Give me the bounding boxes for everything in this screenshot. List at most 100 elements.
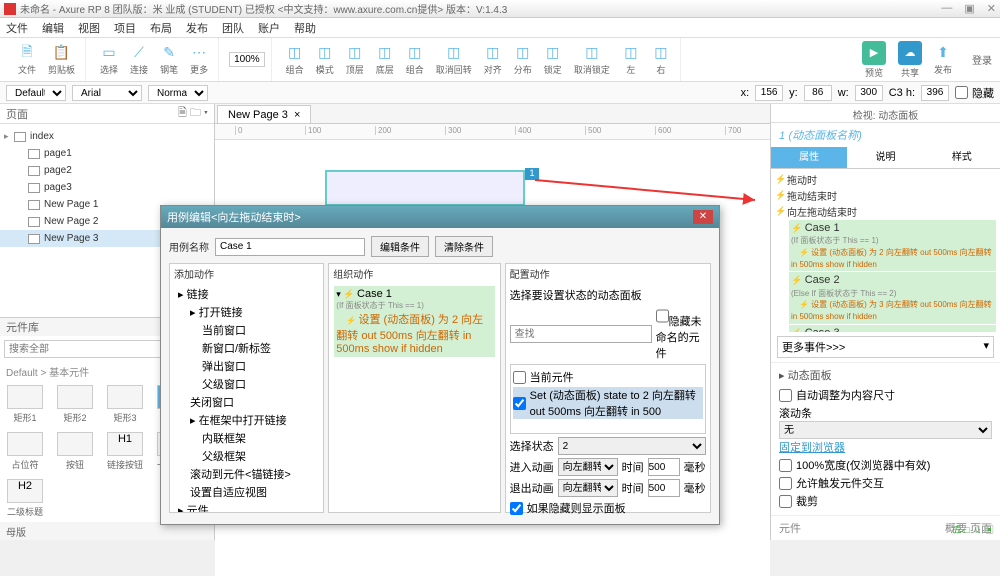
event-case[interactable]: ⚡ Case 3(Else If 面板状态于 This == 3)⚡ 设置 (动… (789, 325, 996, 332)
dialog-titlebar[interactable]: 用例编辑<向左拖动结束时> ✕ (161, 206, 719, 228)
tab-notes[interactable]: 说明 (847, 147, 923, 169)
tool-顶层[interactable]: ◫顶层 (342, 42, 368, 78)
action-item[interactable]: 父级框架 (174, 447, 319, 465)
maximize-icon[interactable]: ▣ (964, 2, 974, 15)
zoom-select[interactable]: 100% (229, 52, 265, 67)
menu-layout[interactable]: 布局 (150, 20, 172, 36)
event-case[interactable]: ⚡ Case 2(Else If 面板状态于 This == 2)⚡ 设置 (动… (789, 272, 996, 323)
tool-取消锁定[interactable]: ◫取消锁定 (570, 42, 614, 78)
dynamic-panel-widget[interactable]: 1 (325, 170, 525, 206)
menu-help[interactable]: 帮助 (294, 20, 316, 36)
set-state-item[interactable]: Set (动态面板) state to 2 向左翻转 out 500ms 向左翻… (513, 387, 703, 419)
y-input[interactable] (804, 85, 832, 101)
tool-取消回转[interactable]: ◫取消回转 (432, 42, 476, 78)
tool-锁定[interactable]: ◫锁定 (540, 42, 566, 78)
allow-trigger-checkbox[interactable]: 允许触发元件交互 (779, 475, 992, 491)
enter-anim-select[interactable]: 向左翻转 (558, 458, 618, 476)
action-item[interactable]: 弹出窗口 (174, 357, 319, 375)
action-item[interactable]: 内联框架 (174, 429, 319, 447)
file-button[interactable]: 🗎文件 (14, 42, 40, 78)
event-case[interactable]: ⚡ Case 1(If 面板状态于 This == 1)⚡ 设置 (动态面板) … (789, 220, 996, 271)
menu-team[interactable]: 团队 (222, 20, 244, 36)
enter-time-input[interactable] (648, 458, 680, 476)
menu-publish[interactable]: 发布 (186, 20, 208, 36)
minimize-icon[interactable]: — (941, 2, 952, 15)
case-name-input[interactable] (215, 238, 365, 256)
close-icon[interactable]: ✕ (987, 2, 996, 15)
exit-time-input[interactable] (648, 479, 680, 497)
org-case[interactable]: ▾ ⚡ Case 1 (If 面板状态于 This == 1) ⚡ 设置 (动态… (334, 286, 494, 357)
lib-item[interactable]: 矩形3 (104, 385, 146, 424)
lib-item[interactable]: H2二级标题 (4, 479, 46, 518)
page-row[interactable]: page2 (0, 162, 214, 179)
action-item[interactable]: 当前窗口 (174, 321, 319, 339)
select-button[interactable]: ▭选择 (96, 42, 122, 78)
fullwidth-checkbox[interactable]: 100%宽度(仅浏览器中有效) (779, 457, 992, 473)
show-if-hidden-checkbox[interactable]: 如果隐藏则显示面板 (510, 500, 706, 516)
page-row[interactable]: page1 (0, 145, 214, 162)
menu-file[interactable]: 文件 (6, 20, 28, 36)
weight-select[interactable]: Normal (148, 85, 208, 101)
config-search[interactable] (510, 325, 652, 343)
action-item[interactable]: ▸ 在框架中打开链接 (174, 411, 319, 429)
h-input[interactable] (921, 85, 949, 101)
action-item[interactable]: ▸ 打开链接 (174, 303, 319, 321)
clipboard-button[interactable]: 📋剪贴板 (44, 42, 79, 78)
share-button[interactable]: ☁共享 (894, 39, 926, 81)
hide-checkbox[interactable]: 隐藏 (955, 85, 994, 101)
lib-item[interactable]: 按钮 (54, 432, 96, 471)
exit-anim-select[interactable]: 向左翻转 (558, 479, 618, 497)
menu-view[interactable]: 视图 (78, 20, 100, 36)
edit-condition-button[interactable]: 编辑条件 (371, 236, 429, 257)
event-row[interactable]: ⚡向左拖动结束时 (775, 203, 996, 219)
tab-properties[interactable]: 属性 (771, 147, 847, 169)
clear-condition-button[interactable]: 清除条件 (435, 236, 493, 257)
action-item[interactable]: 关闭窗口 (174, 393, 319, 411)
tool-分布[interactable]: ◫分布 (510, 42, 536, 78)
connect-button[interactable]: ⟋连接 (126, 42, 152, 78)
menu-edit[interactable]: 编辑 (42, 20, 64, 36)
action-item[interactable]: 父级窗口 (174, 375, 319, 393)
state-select[interactable]: 2 (558, 437, 706, 455)
preset-select[interactable]: Default (6, 85, 66, 101)
lib-item[interactable]: 矩形1 (4, 385, 46, 424)
tool-左[interactable]: ◫左 (618, 42, 644, 78)
autofit-checkbox[interactable]: 自动调整为内容尺寸 (779, 387, 992, 403)
page-row[interactable]: ▸index (0, 128, 214, 145)
pen-button[interactable]: ✎钢笔 (156, 42, 182, 78)
hide-unnamed-checkbox[interactable]: 隐藏未命名的元件 (656, 307, 706, 361)
lib-item[interactable]: 矩形2 (54, 385, 96, 424)
lib-item[interactable]: 占位符 (4, 432, 46, 471)
login-link[interactable]: 登录 (972, 52, 992, 67)
clip-checkbox[interactable]: 裁剪 (779, 493, 992, 509)
lib-item[interactable]: H1链接按钮 (104, 432, 146, 471)
action-item[interactable]: ▸ 链接 (174, 285, 319, 303)
publish-button[interactable]: ⬆发布 (930, 42, 956, 78)
tool-底层[interactable]: ◫底层 (372, 42, 398, 78)
tab-close-icon[interactable]: × (294, 109, 300, 121)
more-events-button[interactable]: 更多事件>>>▾ (777, 336, 994, 358)
event-row[interactable]: ⚡拖动时 (775, 171, 996, 187)
dialog-close-icon[interactable]: ✕ (693, 210, 713, 224)
tab-style[interactable]: 样式 (924, 147, 1000, 169)
tool-组合[interactable]: ◫组合 (402, 42, 428, 78)
preview-button[interactable]: ▶预览 (858, 39, 890, 81)
tool-右[interactable]: ◫右 (648, 42, 674, 78)
menu-account[interactable]: 账户 (258, 20, 280, 36)
scroll-select[interactable]: 无 (779, 421, 992, 439)
pin-link[interactable]: 固定到浏览器 (779, 439, 992, 455)
action-item[interactable]: 滚动到元件<锚链接> (174, 465, 319, 483)
event-row[interactable]: ⚡拖动结束时 (775, 187, 996, 203)
more-button[interactable]: ⋯更多 (186, 42, 212, 78)
tool-模式[interactable]: ◫模式 (312, 42, 338, 78)
footer-widgets[interactable]: 元件 (779, 520, 801, 536)
action-item[interactable]: 设置自适应视图 (174, 483, 319, 501)
page-tab[interactable]: New Page 3× (217, 105, 311, 123)
page-row[interactable]: page3 (0, 179, 214, 196)
current-widget-check[interactable]: 当前元件 (513, 369, 703, 385)
action-item[interactable]: 新窗口/新标签 (174, 339, 319, 357)
x-input[interactable] (755, 85, 783, 101)
tool-对齐[interactable]: ◫对齐 (480, 42, 506, 78)
menu-project[interactable]: 项目 (114, 20, 136, 36)
font-select[interactable]: Arial (72, 85, 142, 101)
